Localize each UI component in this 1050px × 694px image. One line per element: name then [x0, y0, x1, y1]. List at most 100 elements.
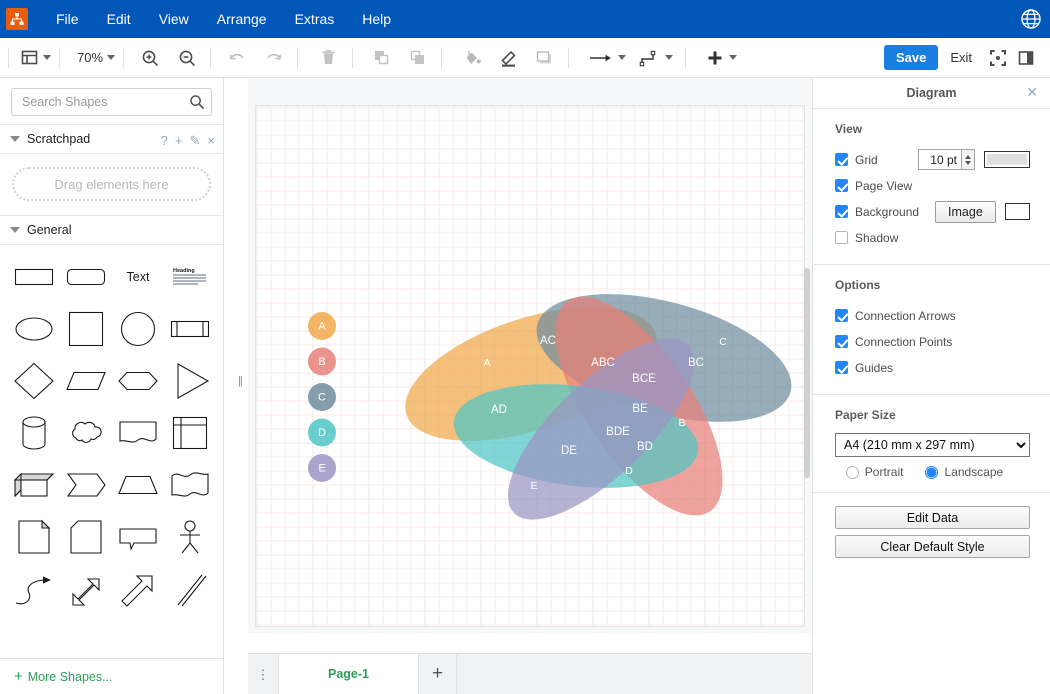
fullscreen-icon[interactable] [984, 44, 1012, 72]
fill-color-icon[interactable] [458, 44, 486, 72]
note-shape[interactable] [8, 511, 60, 563]
bring-to-front-icon[interactable] [367, 44, 395, 72]
paper-size-select[interactable]: A4 (210 mm x 297 mm)A5 (148 mm x 210 mm)… [835, 433, 1030, 457]
search-icon[interactable] [189, 94, 205, 113]
grid-size-stepper[interactable] [962, 149, 975, 170]
canvas-vertical-scrollbar[interactable] [802, 78, 812, 618]
send-to-back-icon[interactable] [403, 44, 431, 72]
edit-pencil-icon[interactable]: ✎ [190, 134, 201, 147]
save-button[interactable]: Save [883, 45, 939, 70]
textbox-shape[interactable]: Heading [164, 251, 216, 303]
format-panel-icon[interactable] [1012, 44, 1040, 72]
stepper-down-icon[interactable] [965, 160, 971, 165]
close-icon[interactable]: × [207, 134, 215, 147]
landscape-radio[interactable] [925, 465, 939, 479]
page-view-label: Page View [855, 178, 913, 193]
connection-style-icon[interactable] [636, 44, 675, 72]
panel-layout-icon[interactable] [17, 44, 53, 72]
circle-shape[interactable] [112, 303, 164, 355]
cloud-shape[interactable] [60, 407, 112, 459]
venn-region-label-e: E [530, 480, 537, 492]
search-input[interactable] [20, 89, 185, 115]
tape-shape[interactable] [164, 459, 216, 511]
clear-default-style-button[interactable]: Clear Default Style [835, 535, 1030, 558]
trapezoid-shape[interactable] [112, 459, 164, 511]
internal-storage-shape[interactable] [164, 407, 216, 459]
general-section-header[interactable]: General [0, 215, 223, 245]
menu-item-arrange[interactable]: Arrange [203, 0, 281, 38]
sidebar-resize-handle[interactable]: || [238, 375, 243, 387]
background-image-button[interactable]: Image [935, 200, 996, 223]
connection-arrow-icon[interactable] [585, 44, 628, 72]
text-shape[interactable]: Text [112, 251, 164, 303]
globe-icon[interactable] [1020, 8, 1042, 30]
add-page-icon[interactable]: + [419, 654, 457, 694]
insert-plus-icon[interactable] [702, 44, 739, 72]
zoom-selector[interactable]: 70% [66, 44, 117, 72]
grid-color-swatch[interactable] [984, 151, 1030, 168]
menu-bar: File Edit View Arrange Extras Help [0, 0, 1050, 38]
document-shape[interactable] [112, 407, 164, 459]
line-color-icon[interactable] [494, 44, 522, 72]
stepper-up-icon[interactable] [965, 154, 971, 159]
diagram-page[interactable]: A AC ABC C BC BCE BE B AD BDE BD DE D E ABCDE [256, 106, 804, 626]
process-shape[interactable] [164, 303, 216, 355]
exit-button[interactable]: Exit [938, 50, 984, 65]
curved-arrow-shape[interactable] [8, 563, 60, 615]
shadow-icon[interactable] [530, 44, 558, 72]
rectangle-shape[interactable] [8, 251, 60, 303]
more-shapes-button[interactable]: + More Shapes... [0, 658, 223, 694]
guides-checkbox[interactable] [835, 361, 848, 374]
square-shape[interactable] [60, 303, 112, 355]
canvas-area[interactable]: A AC ABC C BC BCE BE B AD BDE BD DE D E ABCDE [248, 78, 812, 694]
edit-data-button[interactable]: Edit Data [835, 506, 1030, 529]
scratchpad-section-header[interactable]: Scratchpad ? + ✎ × [0, 124, 223, 154]
search-box[interactable] [11, 88, 212, 116]
ellipse-shape[interactable] [8, 303, 60, 355]
canvas-scroll[interactable]: A AC ABC C BC BCE BE B AD BDE BD DE D E ABCDE [248, 78, 812, 633]
page-tab-page-1[interactable]: Page-1 [279, 654, 419, 694]
scratchpad-drop-area[interactable]: Drag elements here [12, 167, 211, 201]
menu-item-edit[interactable]: Edit [93, 0, 145, 38]
arrow-shape[interactable] [112, 563, 164, 615]
grid-checkbox[interactable] [835, 153, 848, 166]
menu-item-help[interactable]: Help [348, 0, 405, 38]
background-color-swatch[interactable] [1004, 203, 1030, 220]
shadow-checkbox[interactable] [835, 231, 848, 244]
cube-shape[interactable] [8, 459, 60, 511]
vertical-scroll-thumb[interactable] [804, 268, 810, 478]
step-shape[interactable] [60, 459, 112, 511]
redo-icon[interactable] [260, 44, 288, 72]
double-line-shape[interactable] [164, 563, 216, 615]
triangle-shape[interactable] [164, 355, 216, 407]
close-icon[interactable]: ✕ [1026, 85, 1038, 99]
help-icon[interactable]: ? [161, 134, 168, 147]
rounded-rectangle-shape[interactable] [60, 251, 112, 303]
connection-points-checkbox[interactable] [835, 335, 848, 348]
connection-arrows-checkbox[interactable] [835, 309, 848, 322]
bidirectional-arrow-shape[interactable] [60, 563, 112, 615]
page-menu-icon[interactable]: ⋮ [248, 654, 279, 694]
undo-icon[interactable] [223, 44, 251, 72]
venn-diagram[interactable]: AACABCCBCBCEBEBADBDEBDDEDE ABCDE [256, 106, 804, 626]
zoom-in-icon[interactable] [136, 44, 164, 72]
parallelogram-shape[interactable] [60, 355, 112, 407]
cylinder-shape[interactable] [8, 407, 60, 459]
venn-region-label-ac: AC [540, 335, 556, 347]
actor-shape[interactable] [164, 511, 216, 563]
chevron-down-icon [107, 55, 116, 60]
grid-size-input[interactable] [918, 149, 962, 170]
menu-item-view[interactable]: View [145, 0, 203, 38]
card-shape[interactable] [60, 511, 112, 563]
callout-shape[interactable] [112, 511, 164, 563]
zoom-out-icon[interactable] [173, 44, 201, 72]
add-icon[interactable]: + [175, 134, 183, 147]
diamond-shape[interactable] [8, 355, 60, 407]
portrait-radio[interactable] [845, 465, 859, 479]
menu-item-extras[interactable]: Extras [281, 0, 349, 38]
menu-item-file[interactable]: File [42, 0, 93, 38]
page-view-checkbox[interactable] [835, 179, 848, 192]
trash-icon[interactable] [314, 44, 342, 72]
hexagon-shape[interactable] [112, 355, 164, 407]
background-checkbox[interactable] [835, 205, 848, 218]
